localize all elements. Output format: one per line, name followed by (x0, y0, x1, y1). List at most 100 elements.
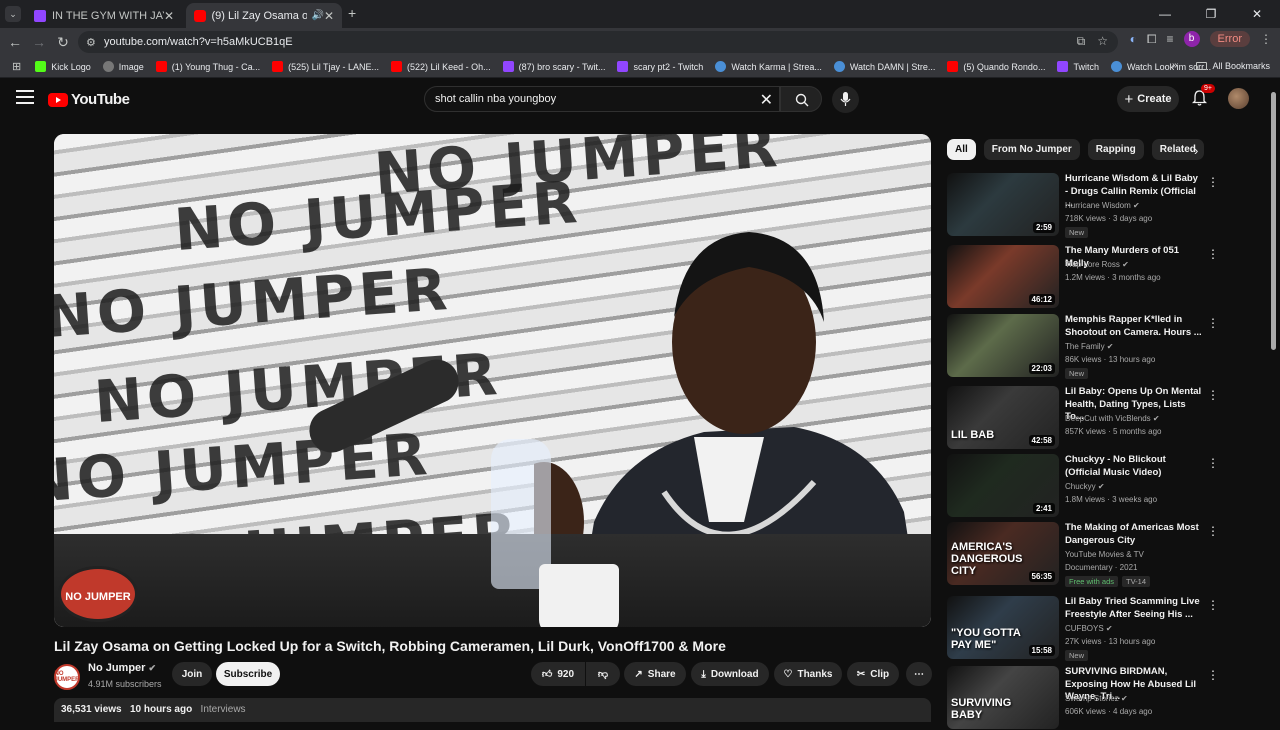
recommended-channel[interactable]: The Family ✔ (1065, 342, 1114, 351)
chip-from-no-jumper[interactable]: From No Jumper (983, 139, 1080, 160)
close-window-button[interactable]: ✕ (1234, 0, 1280, 28)
chip-all[interactable]: All (947, 139, 976, 160)
download-button[interactable]: ⤓ Download (691, 662, 769, 686)
site-info-icon[interactable]: ⚙ (86, 36, 96, 49)
more-options-icon[interactable]: ⋮ (1207, 524, 1219, 538)
bookmark-item[interactable]: Watch DAMN | Stre... (833, 61, 935, 72)
profile-avatar[interactable]: b (1183, 31, 1200, 47)
bookmark-item[interactable]: (1) Young Thug - Ca... (155, 61, 260, 72)
recommended-channel[interactable]: CUFBOYS ✔ (1065, 624, 1113, 633)
recommended-channel[interactable]: YouTube Movies & TV (1065, 550, 1144, 559)
more-options-icon[interactable]: ⋮ (1207, 668, 1219, 682)
bookmark-item[interactable]: (87) bro scary - Twit... (502, 61, 605, 72)
recommended-video[interactable]: AMERICA'S DANGEROUS CITY 56:35 The Making … (947, 522, 1219, 587)
subscribe-button[interactable]: Subscribe (216, 662, 280, 686)
thanks-button[interactable]: ♡ Thanks (774, 662, 842, 686)
recommended-video[interactable]: SURVIVING BABY SURVIVING BIRDMAN, Exposin… (947, 666, 1219, 730)
create-button[interactable]: + Create (1117, 86, 1179, 112)
back-icon[interactable]: ← (3, 34, 27, 50)
all-bookmarks-button[interactable]: All Bookmarks (1196, 61, 1270, 71)
browser-tab-1[interactable]: IN THE GYM WITH JAYLEN BRO ✕ (26, 3, 182, 28)
minimize-button[interactable]: — (1142, 0, 1188, 28)
menu-kebab-icon[interactable]: ⋮ (1260, 32, 1272, 46)
recommended-channel[interactable]: Hurricane Wisdom ✔ (1065, 201, 1140, 210)
more-options-icon[interactable]: ⋮ (1207, 175, 1219, 189)
video-player[interactable]: NO JUMPER NO JUMPER NO JUMPER NO JUMPER … (54, 134, 931, 627)
video-thumbnail[interactable]: 2:41 (947, 454, 1059, 517)
bookmark-item[interactable]: (525) Lil Tjay - LANE... (272, 61, 379, 72)
more-options-icon[interactable]: ⋮ (1207, 247, 1219, 261)
notifications-button[interactable]: 9+ (1191, 84, 1215, 111)
chip-rapping[interactable]: Rapping (1087, 139, 1144, 160)
dislike-button[interactable]: 👎︎ (586, 662, 620, 686)
recommended-channel[interactable]: DeepCut with VicBlends ✔ (1065, 414, 1160, 423)
recommended-video[interactable]: 2:41 Chuckyy - No Blickout (Official Musi… (947, 454, 1219, 518)
bookmarks-overflow-icon[interactable]: » (1172, 60, 1178, 71)
cast-icon[interactable]: ⧉ (1077, 34, 1086, 49)
more-actions-button[interactable]: ⋯ (906, 662, 932, 686)
recommended-video-title[interactable]: Chuckyy - No Blickout (Official Music Vi… (1065, 454, 1203, 479)
more-options-icon[interactable]: ⋮ (1207, 316, 1219, 330)
bookmark-item[interactable]: scary pt2 - Twitch (617, 61, 703, 72)
channel-avatar[interactable]: NO JUMPER (54, 664, 80, 690)
search-input[interactable]: shot callin nba youngboy ✕ (424, 86, 780, 112)
clear-search-icon[interactable]: ✕ (760, 90, 773, 110)
bookmark-item[interactable]: (522) Lil Keed - Oh... (391, 61, 491, 72)
bookmark-item[interactable]: (5) Quando Rondo... (947, 61, 1045, 72)
video-thumbnail[interactable]: 2:59 (947, 173, 1059, 236)
close-tab-icon[interactable]: ✕ (164, 9, 174, 23)
page-scrollbar[interactable] (1271, 92, 1276, 350)
reload-icon[interactable]: ↻ (51, 34, 75, 51)
voice-search-button[interactable] (832, 86, 859, 113)
youtube-logo[interactable]: YouTube (48, 91, 130, 108)
menu-hamburger-icon[interactable] (16, 90, 34, 104)
tab-search-button[interactable]: ⌄ (5, 6, 21, 22)
bookmark-item[interactable]: Kick Logo (35, 61, 91, 72)
recommended-channel[interactable]: Chuckyy ✔ (1065, 482, 1105, 491)
recommended-video-title[interactable]: The Making of Americas Most Dangerous Ci… (1065, 522, 1203, 547)
more-options-icon[interactable]: ⋮ (1207, 388, 1219, 402)
bookmark-item[interactable]: Watch Karma | Strea... (715, 61, 822, 72)
recommended-video[interactable]: LIL BAB 42:58 Lil Baby: Opens Up On Mental… (947, 386, 1219, 450)
close-tab-icon[interactable]: ✕ (324, 9, 334, 23)
recommended-channel[interactable]: Trap Lore Ross ✔ (1065, 260, 1129, 269)
bookmark-item[interactable]: Image (102, 61, 144, 72)
share-button[interactable]: ↗ Share (624, 662, 686, 686)
recommended-video[interactable]: "YOU GOTTA PAY ME" 15:58 Lil Baby Tried Sc… (947, 596, 1219, 661)
clip-button[interactable]: ✂ Clip (847, 662, 899, 686)
browser-tab-2[interactable]: (9) Lil Zay Osama on Gettin 🔊 ✕ (186, 3, 342, 28)
chevron-right-icon[interactable]: › (1194, 143, 1198, 158)
video-thumbnail[interactable]: "YOU GOTTA PAY ME" 15:58 (947, 596, 1059, 659)
extensions-puzzle-icon[interactable]: ⧠ (1147, 32, 1157, 47)
recommended-video-title[interactable]: Memphis Rapper K*lled in Shootout on Cam… (1065, 314, 1203, 339)
channel-name[interactable]: No Jumper ✔ (88, 662, 162, 674)
user-avatar[interactable] (1228, 88, 1249, 109)
maximize-button[interactable]: ❐ (1188, 0, 1234, 28)
more-options-icon[interactable]: ⋮ (1207, 456, 1219, 470)
video-tag[interactable]: Interviews (201, 704, 246, 715)
bookmark-star-icon[interactable]: ☆ (1097, 34, 1108, 49)
new-tab-button[interactable]: + (348, 5, 356, 21)
more-options-icon[interactable]: ⋮ (1207, 598, 1219, 612)
media-control-icon[interactable]: ≡ (1167, 32, 1174, 46)
like-button[interactable]: 👍︎ 920 (531, 662, 585, 686)
video-thumbnail[interactable]: LIL BAB 42:58 (947, 386, 1059, 449)
bookmark-item[interactable]: Twitch (1057, 61, 1099, 72)
video-thumbnail[interactable]: 22:03 (947, 314, 1059, 377)
join-button[interactable]: Join (172, 662, 212, 686)
extension-icon[interactable]: ◐ (1130, 32, 1137, 46)
recommended-channel[interactable]: Swamp Storiez ✔ (1065, 694, 1128, 703)
speaker-icon[interactable]: 🔊 (311, 10, 323, 21)
apps-grid-icon[interactable]: ⊞ (12, 60, 21, 73)
address-bar[interactable]: ⚙ youtube.com/watch?v=h5aMkUCB1qE ⧉ ☆ (78, 31, 1118, 53)
recommended-video[interactable]: 2:59 Hurricane Wisdom & Lil Baby - Drugs … (947, 173, 1219, 238)
search-button[interactable] (780, 86, 822, 112)
error-badge[interactable]: Error (1209, 31, 1250, 47)
video-thumbnail[interactable]: 46:12 (947, 245, 1059, 308)
recommended-video[interactable]: 46:12 The Many Murders of 051 Melly Trap L… (947, 245, 1219, 309)
forward-icon[interactable]: → (27, 34, 51, 50)
recommended-video[interactable]: 22:03 Memphis Rapper K*lled in Shootout o… (947, 314, 1219, 379)
recommended-video-title[interactable]: Lil Baby Tried Scamming Live Freestyle A… (1065, 596, 1203, 621)
description-box[interactable]: 36,531 views 10 hours ago Interviews (54, 698, 931, 722)
video-thumbnail[interactable]: AMERICA'S DANGEROUS CITY 56:35 (947, 522, 1059, 585)
